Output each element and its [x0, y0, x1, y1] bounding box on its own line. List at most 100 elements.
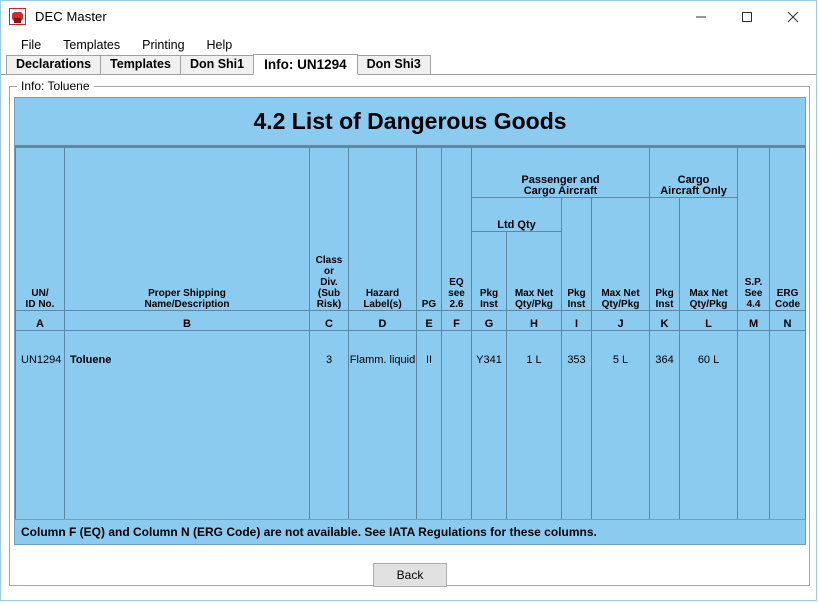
header-m-line1: S.P. [738, 277, 769, 288]
groupbox-label: Info: Toluene [17, 79, 94, 93]
header-group-passenger-and-cargo-aircraft: Passenger and Cargo Aircraft [472, 148, 650, 198]
header-k-line2: Inst [650, 299, 679, 310]
minimize-icon[interactable] [678, 1, 724, 32]
column-letter-h: H [507, 311, 562, 331]
header-d-line2: Label(s) [349, 299, 416, 310]
header-k-line1: Pkg [650, 288, 679, 299]
header-i-line1: Pkg [562, 288, 591, 299]
header-n-line2: Code [770, 299, 805, 310]
cell-hazard-labels: Flamm. liquid [349, 331, 417, 528]
header-m-line2: See [738, 288, 769, 299]
header-i-line2: Inst [562, 299, 591, 310]
header-cell-d: Hazard Label(s) [349, 148, 417, 311]
cell-class-or-div: 3 [310, 331, 349, 528]
header-b-line1: Proper Shipping [65, 288, 309, 299]
header-a-line2: ID No. [16, 299, 64, 310]
header-j-line1: Max Net [592, 288, 649, 299]
tab-info-un1294[interactable]: Info: UN1294 [253, 54, 358, 75]
column-letter-d: D [349, 311, 417, 331]
header-cell-m: S.P. See 4.4 [738, 148, 770, 311]
header-f-line3: 2.6 [442, 299, 471, 310]
column-letter-n: N [770, 311, 806, 331]
menu-item-printing[interactable]: Printing [132, 36, 194, 54]
header-m-line3: 4.4 [738, 299, 769, 310]
cell-eq [442, 331, 472, 528]
header-c-line3: Div. [310, 277, 348, 288]
header-cell-n: ERG Code [770, 148, 806, 311]
header-cell-h: Max Net Qty/Pkg [507, 232, 562, 311]
header-cell-j: Max Net Qty/Pkg [592, 198, 650, 311]
tab-declarations[interactable]: Declarations [6, 55, 101, 74]
header-a-line1: UN/ [16, 288, 64, 299]
header-d-line1: Hazard [349, 288, 416, 299]
menu-bar: File Templates Printing Help [1, 33, 816, 56]
close-icon[interactable] [770, 1, 816, 32]
cell-pax-pkg-inst: 353 [562, 331, 592, 528]
header-cell-b: Proper Shipping Name/Description [65, 148, 310, 311]
column-letter-a: A [16, 311, 65, 331]
cell-cao-max-net-qty: 60 L [680, 331, 738, 528]
header-l-line2: Qty/Pkg [680, 299, 737, 310]
header-b-line2: Name/Description [65, 299, 309, 310]
dangerous-goods-table: UN/ ID No. Proper Shipping Name/Descript… [15, 147, 806, 528]
header-n-line1: ERG [770, 288, 805, 299]
header-c-line5: Risk) [310, 299, 348, 310]
tab-don-shi1[interactable]: Don Shi1 [180, 55, 254, 74]
menu-item-help[interactable]: Help [197, 36, 243, 54]
menu-item-file[interactable]: File [11, 36, 51, 54]
header-cell-e: PG [417, 148, 442, 311]
tab-templates[interactable]: Templates [100, 55, 181, 74]
header-h-line2: Qty/Pkg [507, 299, 561, 310]
header-cell-g: Pkg Inst [472, 232, 507, 311]
header-subgroup-ltd-qty: Ltd Qty [472, 198, 562, 232]
header-cell-f: EQ see 2.6 [442, 148, 472, 311]
cell-erg-code [770, 331, 806, 528]
cell-pg: II [417, 331, 442, 528]
group-cao-line2: Aircraft Only [650, 186, 737, 197]
hazard-label-icon [9, 8, 26, 25]
header-f-line1: EQ [442, 277, 471, 288]
header-cell-l: Max Net Qty/Pkg [680, 198, 738, 311]
columns-note: Column F (EQ) and Column N (ERG Code) ar… [14, 519, 806, 545]
cell-special-provisions [738, 331, 770, 528]
menu-item-templates[interactable]: Templates [53, 36, 130, 54]
tab-strip: Declarations Templates Don Shi1 Info: UN… [1, 56, 816, 75]
column-letter-j: J [592, 311, 650, 331]
cell-pax-max-net-qty: 5 L [592, 331, 650, 528]
cell-cao-pkg-inst: 364 [650, 331, 680, 528]
back-button[interactable]: Back [373, 563, 447, 587]
tab-don-shi3[interactable]: Don Shi3 [357, 55, 431, 74]
column-letter-g: G [472, 311, 507, 331]
app-window: DEC Master File Templates Printing Help … [0, 0, 817, 601]
cell-un-id-no: UN1294 [16, 331, 65, 528]
header-cell-a: UN/ ID No. [16, 148, 65, 311]
subgroup-ltd-qty-label: Ltd Qty [497, 219, 536, 231]
header-g-line1: Pkg [472, 288, 506, 299]
table-row[interactable]: UN1294 Toluene 3 Flamm. liquid II Y341 1… [16, 331, 806, 528]
header-c-line2: or [310, 266, 348, 277]
header-c-line1: Class [310, 255, 348, 266]
title-bar: DEC Master [1, 1, 816, 33]
group-pax-line2: Cargo Aircraft [472, 186, 649, 197]
cell-proper-shipping-name: Toluene [65, 331, 310, 528]
header-cell-c: Class or Div. (Sub Risk) [310, 148, 349, 311]
header-e-line1: PG [417, 299, 441, 310]
header-g-line2: Inst [472, 299, 506, 310]
table-column-letters-row: A B C D E F G H I J K L M N [16, 311, 806, 331]
window-title: DEC Master [35, 9, 107, 24]
dangerous-goods-panel: 4.2 List of Dangerous Goods UN/ ID No. P… [14, 97, 806, 544]
column-letter-e: E [417, 311, 442, 331]
cell-ltdqty-max-net-qty: 1 L [507, 331, 562, 528]
header-h-line1: Max Net [507, 288, 561, 299]
window-controls [678, 1, 816, 32]
header-cell-i: Pkg Inst [562, 198, 592, 311]
maximize-icon[interactable] [724, 1, 770, 32]
column-letter-l: L [680, 311, 738, 331]
page-title: 4.2 List of Dangerous Goods [15, 98, 805, 147]
cell-ltdqty-pkg-inst: Y341 [472, 331, 507, 528]
column-letter-c: C [310, 311, 349, 331]
header-c-line4: (Sub [310, 288, 348, 299]
header-l-line1: Max Net [680, 288, 737, 299]
column-letter-b: B [65, 311, 310, 331]
column-letter-i: I [562, 311, 592, 331]
